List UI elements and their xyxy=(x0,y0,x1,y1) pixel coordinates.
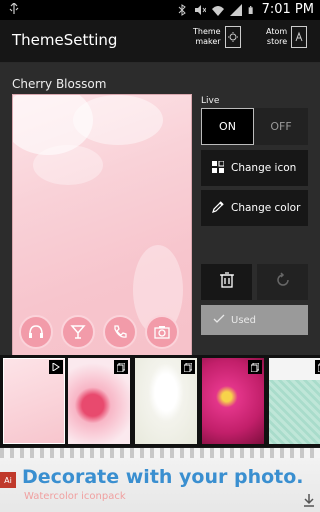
mute-icon xyxy=(194,4,206,16)
app-header: ThemeSetting Theme maker Atom store xyxy=(0,20,320,63)
theme-thumbnail-mint-pattern[interactable] xyxy=(269,358,320,444)
theme-thumbnail-pink-flower[interactable] xyxy=(68,358,130,444)
refresh-icon xyxy=(275,272,291,292)
usb-icon xyxy=(8,3,20,15)
copy-icon xyxy=(181,360,195,374)
copy-icon xyxy=(315,360,320,374)
drink-icon xyxy=(61,315,95,349)
change-color-button[interactable]: Change color xyxy=(201,190,308,226)
used-button[interactable]: Used xyxy=(201,305,308,335)
headphones-icon xyxy=(19,315,53,349)
ad-banner[interactable]: Ai Decorate with your photo. Watercolor … xyxy=(0,448,320,512)
preview-icons xyxy=(19,315,179,349)
clock: 7:01 PM xyxy=(261,2,314,17)
play-icon xyxy=(49,360,63,374)
delete-button[interactable] xyxy=(201,264,252,300)
ad-app-logo: Ai xyxy=(0,472,16,488)
camera-icon xyxy=(145,315,179,349)
trash-icon xyxy=(219,272,234,292)
atom-store-icon xyxy=(291,26,308,48)
grid-icon xyxy=(212,160,225,176)
phone-icon xyxy=(103,315,137,349)
battery-icon xyxy=(248,4,256,16)
ad-headline: Decorate with your photo. xyxy=(22,466,304,488)
theme-name: Cherry Blossom xyxy=(12,77,107,91)
theme-thumbnail-strip xyxy=(0,355,320,447)
reset-button[interactable] xyxy=(257,264,308,300)
change-icon-label: Change icon xyxy=(231,162,297,174)
atom-store-button[interactable]: Atom store xyxy=(266,26,308,48)
copy-icon xyxy=(248,360,262,374)
live-on-button[interactable]: ON xyxy=(201,108,254,145)
live-toggle: ON OFF xyxy=(201,108,308,145)
wifi-icon xyxy=(211,4,224,16)
theme-maker-icon xyxy=(224,26,241,48)
atom-store-label: Atom store xyxy=(266,27,288,46)
notebook-spiral-decoration xyxy=(0,448,320,458)
used-label: Used xyxy=(231,314,257,326)
theme-thumbnail-white-tulip[interactable] xyxy=(135,358,197,444)
change-color-label: Change color xyxy=(231,202,301,214)
signal-icon xyxy=(229,3,242,16)
theme-thumbnail-pink-daisy[interactable] xyxy=(202,358,264,444)
change-icon-button[interactable]: Change icon xyxy=(201,150,308,186)
bluetooth-icon xyxy=(176,3,188,16)
eyedropper-icon xyxy=(212,200,224,216)
blossom-decoration xyxy=(73,95,163,145)
copy-icon xyxy=(114,360,128,374)
theme-thumbnail-cherry-blossom[interactable] xyxy=(3,358,65,444)
blossom-decoration xyxy=(33,145,103,185)
download-icon[interactable] xyxy=(302,492,316,507)
status-bar: 7:01 PM xyxy=(0,0,320,20)
theme-maker-button[interactable]: Theme maker xyxy=(193,26,241,48)
live-label: Live xyxy=(201,96,220,106)
live-off-button[interactable]: OFF xyxy=(254,108,308,145)
page-title: ThemeSetting xyxy=(12,31,118,49)
theme-maker-label: Theme maker xyxy=(193,27,221,46)
thumbnail-header-band xyxy=(269,358,320,380)
check-icon xyxy=(213,314,225,327)
ad-subtitle: Watercolor iconpack xyxy=(24,491,126,502)
